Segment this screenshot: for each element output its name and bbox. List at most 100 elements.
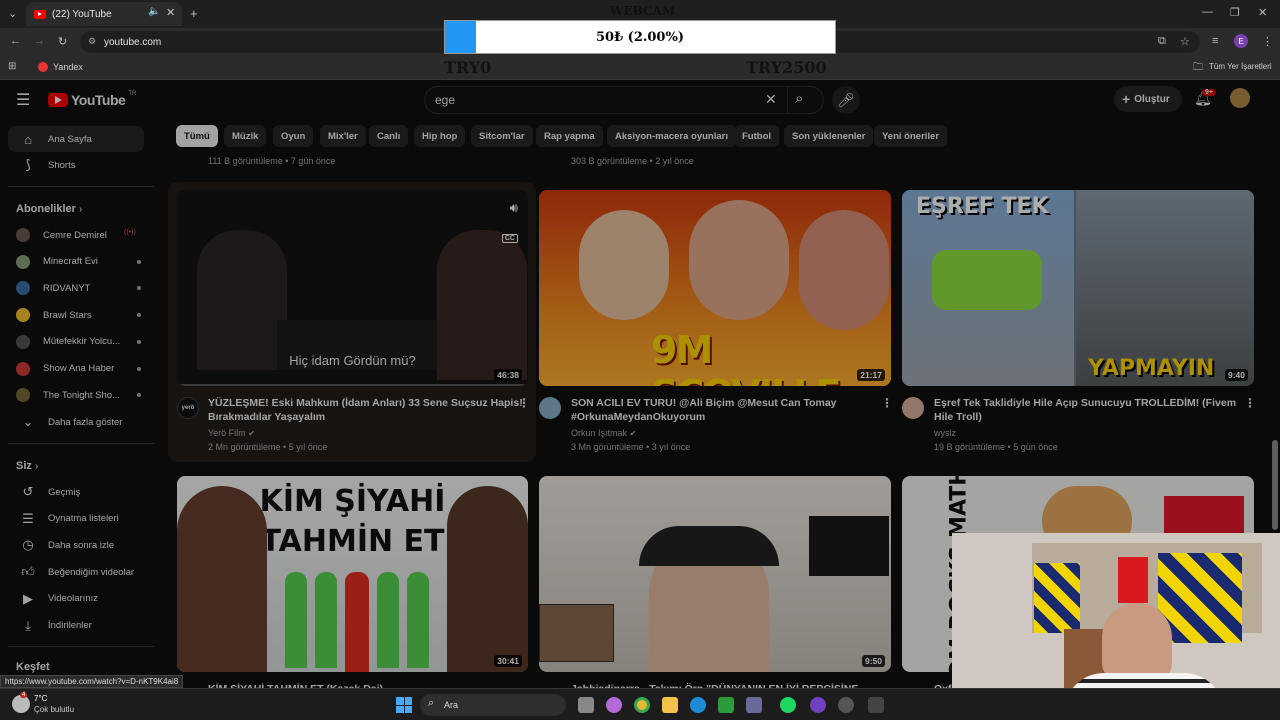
sidebar-item-clock[interactable]: ◷ Daha sonra izle bbox=[8, 532, 144, 558]
video-thumbnail[interactable]: KİM ŞİYAHİ TAHMİN ET 30:41 bbox=[177, 476, 528, 672]
video-thumbnail[interactable]: Hiç idam Gördün mü? 🔊︎ CC 46:38 bbox=[177, 190, 528, 386]
chrome-icon[interactable] bbox=[634, 697, 650, 713]
channel-avatar[interactable]: yerö bbox=[177, 397, 199, 419]
channel-name[interactable]: Orkun Işıtmak ✔ bbox=[571, 428, 636, 438]
copilot-icon[interactable] bbox=[606, 697, 622, 713]
more-options-icon[interactable]: ⋮ bbox=[518, 396, 530, 410]
sidebar-sub-item[interactable]: RIDVANYT bbox=[8, 275, 144, 301]
clear-search-icon[interactable]: ✕ bbox=[765, 91, 777, 108]
sidebar-sub-item[interactable]: The Tonight Sho... bbox=[8, 382, 144, 408]
chip-0[interactable]: Tümü bbox=[176, 125, 218, 147]
sidebar-sub-item[interactable]: Show Ana Haber bbox=[8, 356, 144, 382]
tab-search-icon[interactable]: ⌄ bbox=[8, 7, 17, 20]
chip-1[interactable]: Müzik bbox=[224, 125, 267, 147]
xbox-icon[interactable] bbox=[718, 697, 734, 713]
video-thumbnail[interactable]: EŞREF TEK YAPMAYIN 9:40 bbox=[902, 190, 1254, 386]
taskbar-search[interactable]: ⌕ Ara bbox=[420, 694, 566, 716]
window-close-icon[interactable]: ✕ bbox=[1258, 6, 1267, 19]
chip-4[interactable]: Canlı bbox=[369, 125, 409, 147]
chip-10[interactable]: Son yüklenenler bbox=[784, 125, 874, 147]
new-tab-icon[interactable]: + bbox=[190, 6, 198, 21]
sidebar-sub-item[interactable]: Minecraft Evi bbox=[8, 249, 144, 275]
chip-3[interactable]: Mix'ler bbox=[320, 125, 366, 147]
app-icon[interactable] bbox=[838, 697, 854, 713]
video-title[interactable]: SON ACILI EV TURU! @Ali Biçim @Mesut Can… bbox=[571, 396, 837, 424]
bookmark-star-icon[interactable]: ☆ bbox=[1180, 35, 1190, 48]
closed-captions-icon[interactable]: CC bbox=[501, 234, 518, 243]
search-icon[interactable]: ⌕ bbox=[795, 90, 803, 107]
more-options-icon[interactable]: ⋮ bbox=[881, 396, 893, 410]
profile-avatar[interactable]: E bbox=[1234, 34, 1248, 48]
verified-icon: ✔ bbox=[248, 429, 255, 438]
chip-2[interactable]: Oyun bbox=[273, 125, 314, 147]
voice-search-icon[interactable]: 🎤︎ bbox=[832, 86, 860, 114]
channel-avatar[interactable] bbox=[539, 397, 561, 419]
sidebar-item-shorts[interactable]: ⟆ Shorts bbox=[8, 152, 144, 178]
sidebar-item-download[interactable]: ⤓ İndirilenler bbox=[8, 613, 144, 639]
chip-11[interactable]: Yeni öneriler bbox=[874, 125, 948, 147]
thumb-text-top: EŞREF TEK bbox=[916, 194, 1049, 219]
channel-name[interactable]: Yerö Film ✔ bbox=[208, 428, 255, 438]
subscriptions-heading[interactable]: Abonelikler › bbox=[16, 203, 82, 215]
sidebar-item-thumbs-up[interactable]: 👍︎ Beğendiğim videolar bbox=[8, 559, 144, 585]
obs-icon[interactable] bbox=[810, 697, 826, 713]
sidebar-item-history[interactable]: ↺ Geçmiş bbox=[8, 479, 144, 505]
chip-9[interactable]: Futbol bbox=[734, 125, 780, 147]
edge-icon[interactable] bbox=[690, 697, 706, 713]
sidebar-item-home[interactable]: ⌂ Ana Sayfa bbox=[8, 126, 144, 152]
back-icon[interactable]: ← bbox=[10, 35, 21, 47]
more-options-icon[interactable]: ⋮ bbox=[1244, 396, 1256, 410]
volume-icon[interactable]: 🔊︎ bbox=[510, 200, 518, 216]
sidebar-sub-item[interactable]: Cemre Demirel ((•)) bbox=[8, 222, 144, 248]
tab-audio-icon[interactable]: 🔈 bbox=[148, 6, 160, 17]
sidebar-sub-item[interactable]: Mütefekkir Yolcu... bbox=[8, 329, 144, 355]
video-title[interactable]: Eşref Tek Taklidiyle Hile Açıp Sunucuyu … bbox=[934, 396, 1236, 424]
keyboard-app-icon[interactable] bbox=[868, 697, 884, 713]
create-button[interactable]: + Oluştur bbox=[1114, 86, 1182, 112]
spotify-icon[interactable] bbox=[780, 697, 796, 713]
youtube-logo[interactable]: YouTube TR bbox=[48, 91, 136, 108]
chip-7[interactable]: Rap yapma bbox=[536, 125, 603, 147]
video-title[interactable]: YÜZLEŞME! Eski Mahkum (İdam Anları) 33 S… bbox=[208, 396, 523, 424]
you-heading[interactable]: Siz › bbox=[16, 460, 38, 472]
apps-grid-icon[interactable]: ⊞ bbox=[8, 61, 16, 72]
page-scrollbar[interactable] bbox=[1272, 440, 1278, 530]
sidebar-item-video[interactable]: ▶ Videolarınız bbox=[8, 586, 144, 612]
channel-avatar[interactable] bbox=[902, 397, 924, 419]
tab-youtube[interactable]: (22) YouTube 🔈 ✕ bbox=[26, 2, 182, 26]
channel-avatar bbox=[16, 388, 30, 403]
chip-8[interactable]: Aksiyon-macera oyunları bbox=[607, 125, 736, 147]
video-thumbnail[interactable]: 9:50 bbox=[539, 476, 891, 672]
sidebar-item-label: Cemre Demirel bbox=[43, 229, 107, 241]
site-info-icon[interactable]: ⚙ bbox=[88, 36, 96, 47]
sidebar-sub-item[interactable]: Brawl Stars bbox=[8, 302, 144, 328]
tab-close-icon[interactable]: ✕ bbox=[166, 6, 175, 19]
chip-6[interactable]: Sitcom'lar bbox=[471, 125, 533, 147]
channel-name[interactable]: wysiz bbox=[934, 428, 956, 438]
bookmark-all[interactable]: Tüm Yer İşaretleri bbox=[1209, 62, 1272, 71]
sidebar-item-playlist[interactable]: ☰ Oynatma listeleri bbox=[8, 506, 144, 532]
forward-icon[interactable]: → bbox=[34, 35, 45, 47]
file-explorer-icon[interactable] bbox=[662, 697, 678, 713]
minimize-icon[interactable]: — bbox=[1202, 6, 1213, 18]
store-icon[interactable] bbox=[746, 697, 762, 713]
account-avatar[interactable] bbox=[1230, 88, 1250, 108]
sidebar-show-more[interactable]: ⌄ Daha fazla göster bbox=[8, 409, 144, 435]
sidebar-divider bbox=[8, 186, 154, 187]
bookmark-yandex[interactable]: Yandex bbox=[53, 62, 83, 72]
youtube-logo-icon bbox=[48, 93, 68, 107]
reload-icon[interactable]: ↻ bbox=[58, 35, 67, 48]
hamburger-menu-icon[interactable]: ☰ bbox=[16, 90, 30, 110]
video-duration: 30:41 bbox=[494, 655, 522, 667]
video-thumbnail[interactable]: 9M SCOVILLE 21:17 bbox=[539, 190, 891, 386]
restore-icon[interactable]: ❐ bbox=[1230, 6, 1240, 19]
chip-5[interactable]: Hip hop bbox=[414, 125, 466, 147]
browser-menu-icon[interactable]: ⋮ bbox=[1262, 35, 1273, 48]
home-icon: ⌂ bbox=[24, 131, 32, 147]
task-view-icon[interactable] bbox=[578, 697, 594, 713]
create-label: Oluştur bbox=[1134, 93, 1170, 105]
search-input[interactable]: ege ✕ ⌕ bbox=[424, 86, 824, 114]
cast-icon[interactable]: ⧉ bbox=[1158, 35, 1166, 48]
windows-start-icon[interactable] bbox=[396, 697, 412, 713]
reading-list-icon[interactable]: ≡ bbox=[1212, 35, 1218, 47]
